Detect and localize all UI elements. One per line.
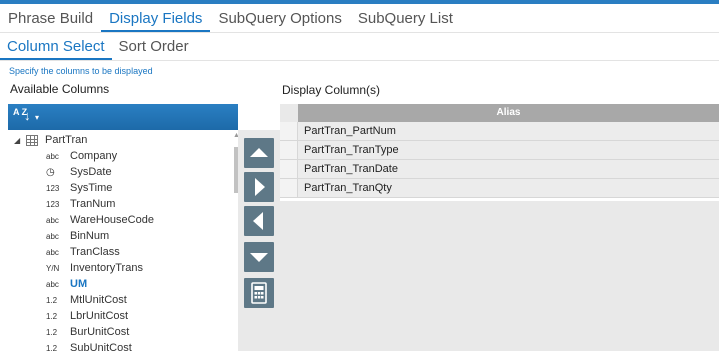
primary-tabs: Phrase Build Display Fields SubQuery Opt…: [0, 7, 461, 33]
triangle-down-icon: [250, 253, 268, 262]
action-button-strip: [238, 130, 280, 351]
row-selector[interactable]: [280, 160, 298, 178]
field-type-icon: abc: [46, 279, 59, 289]
field-name: BinNum: [70, 230, 110, 242]
field-item[interactable]: abc BinNum: [46, 228, 109, 244]
field-name: InventoryTrans: [70, 262, 143, 274]
field-type-icon: abc: [46, 215, 59, 225]
grid-body: PartTran_PartNum PartTran_TranType PartTra…: [280, 122, 719, 201]
alias-cell: PartTran_TranDate: [298, 160, 719, 178]
field-name: SysDate: [70, 166, 112, 178]
field-name: LbrUnitCost: [70, 310, 129, 322]
field-type-icon: 1.2: [46, 327, 58, 337]
field-item[interactable]: abc TranClass: [46, 244, 120, 260]
calculator-button[interactable]: [244, 278, 274, 308]
row-selector[interactable]: [280, 179, 298, 197]
field-item[interactable]: 1.2 MtlUnitCost: [46, 292, 127, 308]
tab-column-select[interactable]: Column Select: [0, 36, 112, 60]
calculator-icon: [251, 282, 267, 304]
display-columns-grid: Alias PartTran_PartNum PartTran_TranType P…: [280, 104, 719, 351]
available-columns-tree: ◢ PartTran abc Company ◷ SysDate 123 SysTime 1…: [8, 130, 238, 351]
table-row[interactable]: PartTran_TranQty: [280, 179, 719, 198]
field-type-icon: 1.2: [46, 295, 58, 305]
field-name: MtlUnitCost: [70, 294, 127, 306]
display-columns-label: Display Column(s): [282, 83, 381, 97]
move-down-button[interactable]: [244, 242, 274, 272]
move-up-button[interactable]: [244, 138, 274, 168]
row-selector[interactable]: [280, 122, 298, 140]
table-row[interactable]: PartTran_PartNum: [280, 122, 719, 141]
available-columns-label: Available Columns: [10, 82, 110, 96]
field-name: Company: [70, 150, 118, 162]
field-name: TranClass: [70, 246, 120, 258]
field-name: SubUnitCost: [70, 342, 132, 351]
field-type-icon: ◷: [46, 166, 55, 178]
tab-subquery-options[interactable]: SubQuery Options: [210, 7, 349, 32]
chevron-down-icon: ▾: [35, 113, 40, 122]
field-name: BurUnitCost: [70, 326, 130, 338]
field-name: UM: [70, 278, 88, 290]
field-type-icon: abc: [46, 151, 59, 161]
table-row[interactable]: PartTran_TranType: [280, 141, 719, 160]
field-item[interactable]: 123 TranNum: [46, 196, 115, 212]
field-item[interactable]: 1.2 BurUnitCost: [46, 324, 129, 340]
triangle-up-icon: [250, 148, 268, 157]
remove-column-button[interactable]: [244, 206, 274, 236]
tree-root-node[interactable]: ◢ PartTran: [14, 132, 87, 148]
add-column-button[interactable]: [244, 172, 274, 202]
table-icon: [26, 134, 38, 146]
field-type-icon: abc: [46, 247, 59, 257]
sort-az-icon[interactable]: A Z ↓ ▾: [13, 108, 40, 125]
divider: [0, 60, 719, 61]
field-item[interactable]: 123 SysTime: [46, 180, 112, 196]
field-item[interactable]: abc WareHouseCode: [46, 212, 154, 228]
field-item[interactable]: 1.2 LbrUnitCost: [46, 308, 128, 324]
down-arrow-icon: ↓: [24, 108, 31, 123]
field-item[interactable]: ◷ SysDate: [46, 164, 112, 180]
field-name: SysTime: [70, 182, 113, 194]
tab-sort-order[interactable]: Sort Order: [112, 36, 196, 60]
field-type-icon: Y/N: [46, 263, 60, 273]
field-name: WareHouseCode: [70, 214, 154, 226]
field-name: TranNum: [70, 198, 116, 210]
tab-subquery-list[interactable]: SubQuery List: [350, 7, 461, 32]
alias-column-header[interactable]: Alias: [298, 104, 719, 122]
tree-toolbar: A Z ↓ ▾: [8, 104, 238, 130]
secondary-tabs: Column Select Sort Order: [0, 36, 196, 61]
field-type-icon: 123: [46, 183, 60, 193]
tree-root-label: PartTran: [45, 134, 88, 146]
triangle-right-icon: [255, 178, 265, 196]
row-selector[interactable]: [280, 141, 298, 159]
expand-triangle-icon[interactable]: ◢: [14, 136, 26, 145]
tab-phrase-build[interactable]: Phrase Build: [0, 7, 101, 32]
field-item[interactable]: abc UM: [46, 276, 87, 292]
field-type-icon: 1.2: [46, 311, 58, 321]
alias-cell: PartTran_PartNum: [298, 122, 719, 140]
tab-display-fields[interactable]: Display Fields: [101, 7, 211, 32]
alias-cell: PartTran_TranType: [298, 141, 719, 159]
divider: [0, 32, 719, 33]
alias-cell: PartTran_TranQty: [298, 179, 719, 197]
field-type-icon: abc: [46, 231, 59, 241]
triangle-left-icon: [253, 212, 263, 230]
field-type-icon: 123: [46, 199, 60, 209]
instruction-text: Specify the columns to be displayed: [9, 66, 153, 76]
field-type-icon: 1.2: [46, 343, 58, 351]
field-item[interactable]: 1.2 SubUnitCost: [46, 340, 132, 351]
top-accent-bar: [0, 0, 719, 4]
table-row[interactable]: PartTran_TranDate: [280, 160, 719, 179]
field-item[interactable]: Y/N InventoryTrans: [46, 260, 143, 276]
field-item[interactable]: abc Company: [46, 148, 117, 164]
